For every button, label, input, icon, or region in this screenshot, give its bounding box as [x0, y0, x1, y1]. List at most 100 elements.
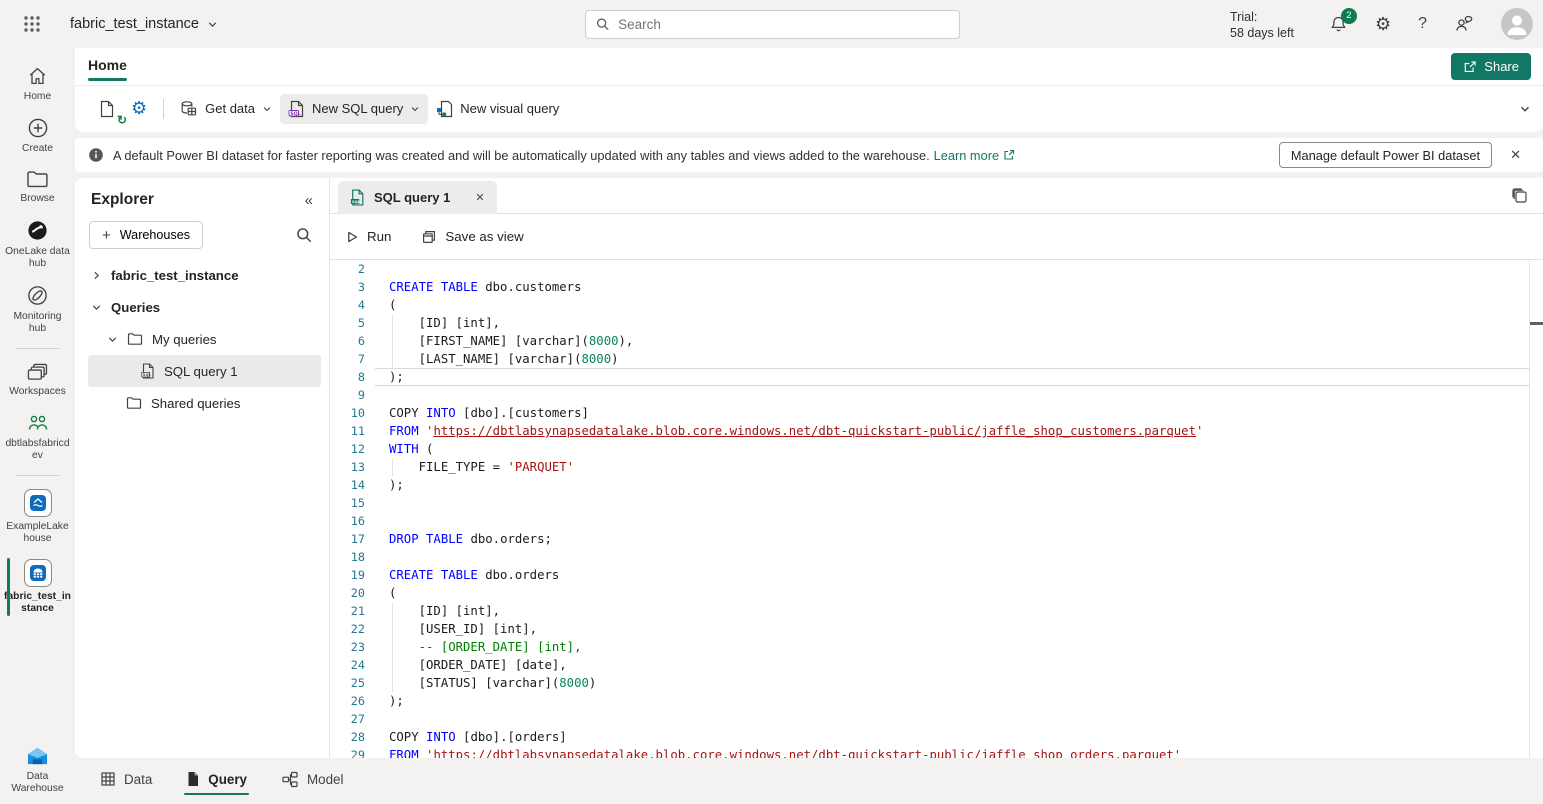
feedback-icon[interactable]	[1454, 14, 1474, 34]
svg-text:SQL: SQL	[352, 198, 361, 203]
settings-gear-icon[interactable]: ⚙	[1375, 15, 1391, 33]
editor-scrollbar[interactable]	[1529, 260, 1543, 758]
line-number: 7	[330, 350, 365, 368]
line-number: 13	[330, 458, 365, 476]
code-line[interactable]: 25 [STATUS] [varchar](8000)	[330, 674, 1529, 692]
code-line[interactable]: 11FROM 'https://dbtlabsynapsedatalake.bl…	[330, 422, 1529, 440]
settings-button[interactable]: ⚙	[123, 92, 155, 125]
nav-home[interactable]: Home	[0, 58, 75, 110]
nav-data-warehouse[interactable]: Data Warehouse	[0, 738, 75, 802]
help-icon[interactable]: ?	[1418, 16, 1427, 32]
account-avatar[interactable]	[1501, 8, 1533, 40]
workspace-name: fabric_test_instance	[70, 16, 199, 32]
view-tab-query[interactable]: Query	[184, 765, 249, 797]
code-line[interactable]: 23 -- [ORDER_DATE] [int],	[330, 638, 1529, 656]
code-line[interactable]: 10COPY INTO [dbo].[customers]	[330, 404, 1529, 422]
code-text: [LAST_NAME] [varchar](8000)	[389, 350, 619, 368]
code-line[interactable]: 29FROM 'https://dbtlabsynapsedatalake.bl…	[330, 746, 1529, 758]
code-line[interactable]: 6 [FIRST_NAME] [varchar](8000),	[330, 332, 1529, 350]
app-launcher-icon[interactable]	[22, 14, 42, 34]
code-line[interactable]: 15	[330, 494, 1529, 512]
code-line[interactable]: 5 [ID] [int],	[330, 314, 1529, 332]
database-icon	[180, 100, 198, 118]
nav-onelake-data-hub[interactable]: OneLake data hub	[0, 212, 75, 277]
view-tab-model[interactable]: Model	[279, 765, 345, 798]
code-line[interactable]: 3CREATE TABLE dbo.customers	[330, 278, 1529, 296]
top-bar: fabric_test_instance Trial: 58 days left…	[0, 0, 1543, 48]
code-line[interactable]: 17DROP TABLE dbo.orders;	[330, 530, 1529, 548]
nav-create[interactable]: Create	[0, 110, 75, 162]
tree-item-warehouse[interactable]: fabric_test_instance	[88, 259, 321, 291]
code-line[interactable]: 8);	[330, 368, 1529, 386]
indent-guide	[392, 332, 393, 350]
workspace-switcher[interactable]: fabric_test_instance	[70, 16, 218, 32]
code-line[interactable]: 28COPY INTO [dbo].[orders]	[330, 728, 1529, 746]
tree-item-my-queries[interactable]: My queries	[88, 323, 321, 355]
code-line[interactable]: 26);	[330, 692, 1529, 710]
code-line[interactable]: 9	[330, 386, 1529, 404]
collapse-panel-icon[interactable]: «	[305, 192, 313, 209]
compass-icon	[26, 284, 49, 307]
code-line[interactable]: 13 FILE_TYPE = 'PARQUET'	[330, 458, 1529, 476]
code-line[interactable]: 19CREATE TABLE dbo.orders	[330, 566, 1529, 584]
code-line[interactable]: 14);	[330, 476, 1529, 494]
home-icon	[26, 65, 49, 87]
code-text: CREATE TABLE dbo.orders	[389, 566, 559, 584]
banner-close-icon[interactable]: ✕	[1510, 147, 1521, 163]
learn-more-link[interactable]: Learn more	[934, 148, 1015, 163]
code-line[interactable]: 2	[330, 260, 1529, 278]
line-number: 26	[330, 692, 365, 710]
code-line[interactable]: 18	[330, 548, 1529, 566]
toolbar-expand-icon[interactable]	[1519, 103, 1531, 115]
code-line[interactable]: 20(	[330, 584, 1529, 602]
nav-dbtlabsfabricdev[interactable]: dbtlabsfabricdev	[0, 405, 75, 469]
folder-icon	[26, 169, 49, 189]
code-text: );	[389, 368, 404, 386]
ribbon-tab-home[interactable]: Home	[88, 53, 127, 81]
code-line[interactable]: 16	[330, 512, 1529, 530]
query-tab[interactable]: SQL SQL query 1 ✕	[338, 181, 497, 214]
tree-item-sql-query-1[interactable]: SQL SQL query 1	[88, 355, 321, 387]
new-sql-query-button[interactable]: SQL New SQL query	[280, 94, 428, 124]
code-text: (	[389, 584, 396, 602]
rail-divider	[16, 475, 60, 476]
add-warehouses-button[interactable]: + Warehouses	[89, 221, 203, 249]
code-line[interactable]: 7 [LAST_NAME] [varchar](8000)	[330, 350, 1529, 368]
new-visual-query-button[interactable]: New visual query	[428, 94, 567, 124]
sql-editor[interactable]: 23CREATE TABLE dbo.customers4(5 [ID] [in…	[330, 260, 1529, 758]
chevron-down-icon	[107, 334, 118, 345]
code-line[interactable]: 21 [ID] [int],	[330, 602, 1529, 620]
tree-item-shared-queries[interactable]: Shared queries	[88, 387, 321, 419]
manage-default-dataset-button[interactable]: Manage default Power BI dataset	[1279, 142, 1492, 168]
search-input[interactable]	[618, 17, 949, 32]
tree-item-queries[interactable]: Queries	[88, 291, 321, 323]
code-text: );	[389, 476, 404, 494]
code-line[interactable]: 24 [ORDER_DATE] [date],	[330, 656, 1529, 674]
nav-rail: Home Create Browse OneLake data hub Moni…	[0, 48, 75, 804]
search-box[interactable]	[585, 10, 960, 39]
sql-document-icon: SQL	[288, 100, 305, 118]
close-tab-icon[interactable]: ✕	[475, 191, 484, 204]
code-line[interactable]: 4(	[330, 296, 1529, 314]
nav-monitoring-hub[interactable]: Monitoring hub	[0, 277, 75, 342]
copy-icon[interactable]	[1511, 187, 1529, 205]
code-line[interactable]: 27	[330, 710, 1529, 728]
save-as-view-button[interactable]: Save as view	[421, 229, 523, 245]
line-number: 4	[330, 296, 365, 314]
refresh-button[interactable]: ↻	[91, 94, 123, 124]
line-number: 27	[330, 710, 365, 728]
nav-examplelakehouse[interactable]: ExampleLakehouse	[0, 482, 75, 552]
get-data-button[interactable]: Get data	[172, 94, 280, 124]
nav-browse[interactable]: Browse	[0, 162, 75, 212]
run-button[interactable]: Run	[345, 229, 391, 244]
code-line[interactable]: 22 [USER_ID] [int],	[330, 620, 1529, 638]
explorer-search-icon[interactable]	[296, 227, 313, 244]
chevron-down-icon	[262, 104, 272, 114]
notifications-button[interactable]: 2	[1329, 15, 1348, 34]
view-tab-data[interactable]: Data	[98, 765, 154, 797]
nav-workspaces[interactable]: Workspaces	[0, 355, 75, 405]
code-line[interactable]: 12WITH (	[330, 440, 1529, 458]
line-number: 11	[330, 422, 365, 440]
nav-fabric-test-instance[interactable]: fabric_test_instance	[0, 552, 75, 622]
share-button[interactable]: Share	[1451, 53, 1531, 80]
